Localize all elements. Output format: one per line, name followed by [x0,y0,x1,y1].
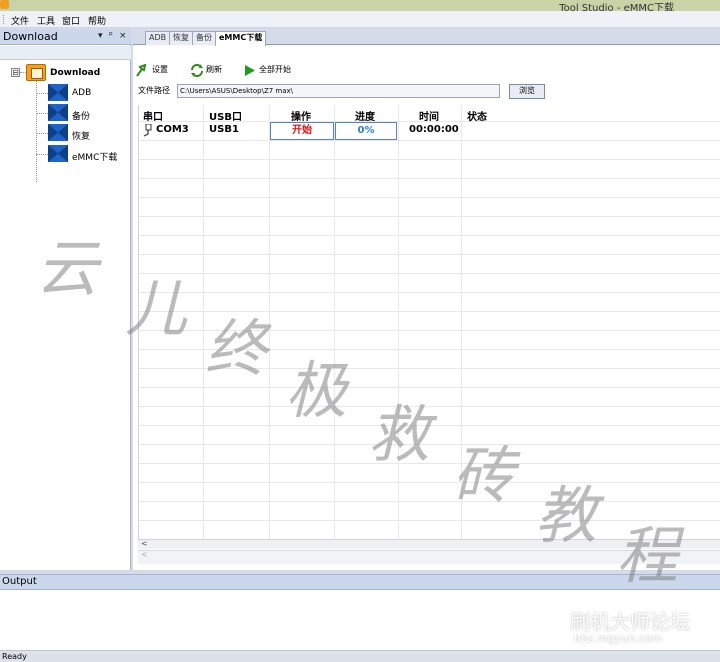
download-panel-title: Download [3,30,58,43]
row-time: 00:00:00 [409,124,459,135]
status-text: Ready [2,652,27,661]
grid-line [139,254,720,255]
file-path-input[interactable] [177,84,500,98]
scroll-left-arrow-icon[interactable]: < [141,550,148,559]
grid-line [139,292,720,293]
grid-line [269,105,270,539]
grid-line [139,197,720,198]
watermark-char: 终 [205,312,268,385]
start-button[interactable]: 开始 [270,122,334,140]
play-icon[interactable] [243,64,257,77]
menu-window[interactable]: 窗口 [62,14,80,27]
watermark-char: 儿 [125,272,188,345]
column-header-status[interactable]: 状态 [467,108,487,123]
menu-file[interactable]: 文件 [11,14,29,27]
download-folder-icon[interactable] [26,64,46,81]
menu-tools[interactable]: 工具 [37,14,55,27]
settings-icon[interactable] [136,64,150,77]
tree-root-download[interactable]: Download [50,68,100,78]
grid-line [139,273,720,274]
tab-backup[interactable]: 备份 [192,31,216,45]
title-bar: Tool Studio - eMMC下载 [0,0,720,14]
grid-line [139,501,720,502]
grid-line [139,178,720,179]
tree-connector [36,154,48,155]
adb-node-icon[interactable] [48,84,68,101]
column-header-progress[interactable]: 进度 [355,108,375,123]
grid-line [139,216,720,217]
forum-watermark: 刷机大师论坛 [570,610,690,634]
grid-line [139,140,720,141]
browse-button[interactable]: 浏览 [509,84,545,99]
column-header-usb[interactable]: USB口 [209,108,242,123]
tree-connector [36,133,48,134]
tab-restore[interactable]: 恢复 [169,31,193,45]
watermark-char: 云 [36,232,99,305]
tree-connector [36,93,48,94]
progress-value: 0% [335,122,397,140]
refresh-button[interactable]: 刷新 [206,64,222,78]
output-panel-title: Output [2,576,37,587]
grid-line [139,235,720,236]
column-header-action[interactable]: 操作 [291,108,311,123]
tree-item-emmc-download[interactable]: eMMC下载 [72,150,117,163]
restore-node-icon[interactable] [48,124,68,141]
panel-dropdown-icon[interactable]: ▾ [98,31,103,41]
tab-emmc-download[interactable]: eMMC下载 [215,31,267,46]
tab-adb[interactable]: ADB [145,31,171,45]
tree-item-restore[interactable]: 恢复 [72,129,90,142]
watermark-char: 极 [285,354,348,427]
file-path-label: 文件路径 [138,86,170,95]
grid-line [334,105,335,539]
column-header-port[interactable]: 串口 [143,108,163,123]
status-bar: Ready [0,650,720,662]
usb-plug-icon [143,124,152,137]
column-header-time[interactable]: 时间 [419,108,439,123]
grid-line [139,159,720,160]
tree-item-adb[interactable]: ADB [72,88,91,98]
output-panel-header: Output [0,574,720,590]
tree-collapse-icon[interactable]: ⊟ [11,68,20,77]
start-all-button[interactable]: 全部开始 [259,64,291,78]
menu-grip-icon [3,15,5,24]
forum-url-watermark: bbs.mgyun.com [574,632,663,645]
refresh-icon[interactable] [190,64,204,77]
tree-item-backup[interactable]: 备份 [72,109,90,122]
panel-toolbar-strip [0,46,131,60]
panel-pin-icon[interactable]: ᵖ [109,31,113,41]
grid-line [139,482,720,483]
watermark-char: 程 [616,519,679,592]
download-panel-header: Download ▾ ᵖ × [0,29,131,45]
watermark-char: 救 [368,398,431,471]
app-icon [0,0,9,9]
row-port: COM3 [156,124,189,135]
tree-connector [36,81,37,182]
menu-bar: 文件 工具 窗口 帮助 [0,11,720,28]
emmc-node-icon[interactable] [48,145,68,162]
menu-help[interactable]: 帮助 [88,14,106,27]
watermark-char: 砖 [452,439,515,512]
scroll-left-arrow-icon[interactable]: < [141,539,148,548]
panel-close-icon[interactable]: × [119,31,127,41]
document-tab-strip: ADB 恢复 备份 eMMC下载 [133,29,720,46]
watermark-char: 教 [535,479,598,552]
tree-connector [36,113,48,114]
row-usb: USB1 [209,124,239,135]
settings-button[interactable]: 设置 [152,64,168,78]
backup-node-icon[interactable] [48,104,68,121]
grid-line [203,105,204,539]
